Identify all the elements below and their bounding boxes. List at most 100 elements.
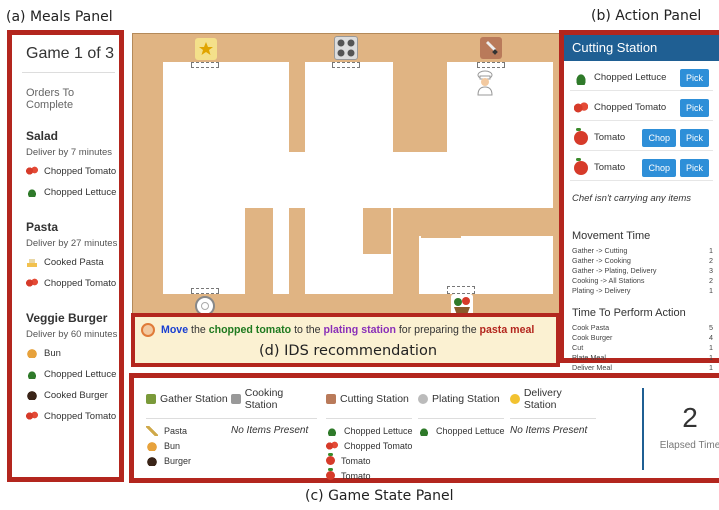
ids-action-word: Move [161, 324, 189, 336]
chopped-tomato-icon [26, 166, 38, 176]
burger-icon [146, 455, 158, 466]
inventory-label: Tomato [341, 455, 371, 466]
caption-action-panel: (b) Action Panel [591, 8, 702, 24]
kitchen-board [132, 33, 560, 316]
station-column: Delivery Station No Items Present [510, 387, 596, 436]
time-label: Cook Burger [572, 333, 613, 342]
station-column: Plating Station Chopped Lettuce [418, 392, 505, 438]
station-heading: Cutting Station [326, 392, 412, 419]
station-drop-zone [191, 288, 219, 294]
ids-meal-word: pasta meal [479, 324, 535, 336]
inventory-label: Bun [164, 440, 181, 451]
station-inventory-item: Tomato [326, 453, 413, 468]
station-item-label: Chopped Tomato [594, 102, 667, 113]
cutting-station-icon[interactable] [480, 37, 502, 59]
time-row: Plate Meal 1 [564, 353, 719, 363]
station-name: Plating Station [432, 393, 500, 405]
chef-avatar [475, 70, 495, 96]
chopped-tomato-icon [326, 440, 338, 451]
bun-icon [26, 348, 38, 358]
order-ingredient: Bun [26, 347, 119, 359]
station-column: Gather Station Pasta Bun Burger [146, 392, 232, 468]
movement-time-list: Gather -> Cutting 1 Gather -> Cooking 2 Gath… [564, 246, 719, 296]
bun-icon [146, 440, 158, 451]
station-item-label: Tomato [594, 132, 626, 143]
chopped-lettuce-icon [326, 425, 338, 436]
cooked-pasta-icon [26, 257, 38, 267]
time-value: 5 [709, 323, 713, 332]
pick-button[interactable]: Pick [679, 128, 709, 147]
delivery-station-icon [510, 394, 520, 404]
order-ingredient: Chopped Tomato [26, 277, 119, 289]
caption-game-state-panel: (c) Game State Panel [305, 488, 454, 504]
time-row: Gather -> Cooking 2 [564, 256, 719, 266]
ids-text-segment: the [188, 324, 209, 336]
game-counter: Game 1 of 3 [26, 45, 115, 62]
elapsed-divider [642, 388, 644, 470]
time-value: 1 [709, 246, 713, 255]
ids-recommendation-text: Move the chopped tomato to the plating s… [141, 321, 555, 339]
gather-station-icon [146, 394, 156, 404]
ingredient-label: Cooked Pasta [44, 256, 104, 268]
order-ingredient: Chopped Tomato [26, 410, 119, 422]
plating-station-icon [418, 394, 428, 404]
station-drop-zone [191, 62, 219, 68]
tomato-icon [574, 127, 588, 145]
ids-station-word: plating station [323, 324, 396, 336]
no-items-label: No Items Present [231, 425, 309, 436]
order-title: Pasta [26, 220, 59, 234]
time-value: 1 [709, 363, 713, 372]
time-row: Cooking -> All Stations 2 [564, 276, 719, 286]
ingredient-label: Cooked Burger [44, 389, 108, 401]
time-row: Gather -> Plating, Delivery 3 [564, 266, 719, 276]
station-inventory-item: Chopped Lettuce [326, 423, 413, 438]
meals-panel: Game 1 of 3 Orders To Complete Salad Deli… [7, 30, 124, 482]
station-heading: Gather Station [146, 392, 232, 419]
inventory-label: Burger [164, 455, 192, 466]
chop-button[interactable]: Chop [642, 128, 676, 147]
pick-button[interactable]: Pick [679, 68, 709, 87]
action-time-heading: Time To Perform Action [572, 307, 686, 319]
ids-text-segment: to the [291, 324, 324, 336]
order-ingredient: Chopped Lettuce [26, 186, 119, 198]
delivery-station-icon[interactable] [195, 38, 217, 60]
chop-button[interactable]: Chop [642, 158, 676, 177]
time-value: 1 [709, 286, 713, 295]
time-row: Gather -> Cutting 1 [564, 246, 719, 256]
chopped-lettuce-icon [26, 187, 38, 197]
cutting-station-icon [326, 394, 336, 404]
chopped-lettuce-icon [26, 369, 38, 379]
pick-button[interactable]: Pick [679, 98, 709, 117]
station-item-row: Tomato Chop Pick [570, 125, 713, 151]
time-label: Deliver Meal [572, 363, 612, 372]
time-value: 1 [709, 353, 713, 362]
chopped-tomato-icon [574, 100, 588, 115]
station-inventory-item: Pasta [146, 423, 232, 438]
station-name: Gather Station [160, 393, 228, 405]
ingredient-label: Bun [44, 347, 61, 359]
cooking-station-icon[interactable] [334, 36, 358, 60]
time-row: Cook Pasta 5 [564, 323, 719, 333]
time-label: Cook Pasta [572, 323, 610, 332]
time-row: Cook Burger 4 [564, 333, 719, 343]
time-value: 2 [709, 256, 713, 265]
ingredient-label: Chopped Tomato [44, 165, 117, 177]
action-panel: Cutting Station Chopped Lettuce Pick Chopp… [559, 30, 719, 372]
inventory-label: Chopped Lettuce [436, 425, 505, 436]
time-label: Cooking -> All Stations [572, 276, 645, 285]
time-row: Cut 1 [564, 343, 719, 353]
carry-status: Chef isn't carrying any items [572, 193, 692, 204]
pasta-icon [146, 425, 158, 436]
pick-button[interactable]: Pick [679, 158, 709, 177]
inventory-label: Tomato [341, 470, 371, 481]
floor-area [419, 236, 553, 294]
station-item-row: Chopped Lettuce Pick [570, 65, 713, 91]
advisor-avatar-icon [141, 323, 155, 337]
station-inventory-item: Bun [146, 438, 232, 453]
action-panel-header: Cutting Station [564, 35, 719, 61]
order-deadline: Deliver by 60 minutes [26, 329, 118, 340]
time-value: 2 [709, 276, 713, 285]
caption-ids-recommendation: (d) IDS recommendation [259, 343, 438, 359]
caption-meals-panel: (a) Meals Panel [6, 9, 113, 25]
station-inventory-item: Tomato [326, 468, 413, 483]
